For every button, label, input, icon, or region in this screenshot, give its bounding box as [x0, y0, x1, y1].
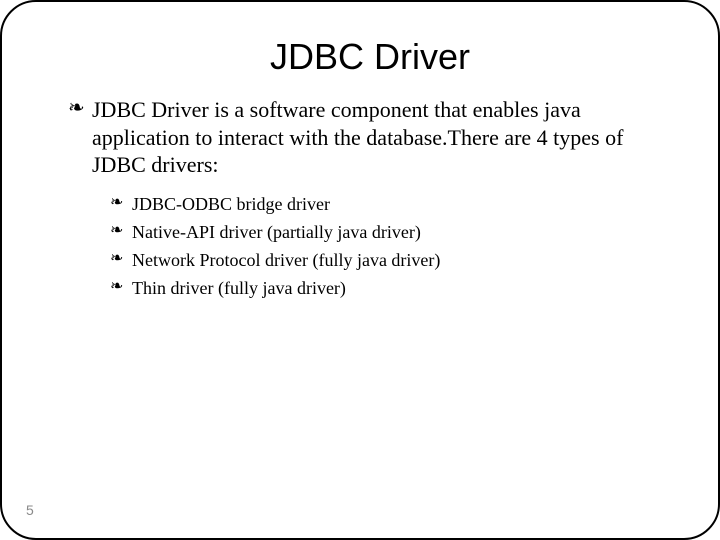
driver-type-list: JDBC-ODBC bridge driver Native-API drive… — [132, 191, 668, 301]
list-item: JDBC-ODBC bridge driver — [132, 191, 668, 217]
slide-body: JDBC Driver is a software component that… — [92, 96, 668, 301]
page-number: 5 — [26, 502, 34, 518]
list-item: Network Protocol driver (fully java driv… — [132, 247, 668, 273]
intro-paragraph: JDBC Driver is a software component that… — [92, 96, 668, 179]
slide-frame: JDBC Driver JDBC Driver is a software co… — [0, 0, 720, 540]
list-item: Native-API driver (partially java driver… — [132, 219, 668, 245]
slide-title: JDBC Driver — [72, 36, 668, 78]
list-item: Thin driver (fully java driver) — [132, 275, 668, 301]
